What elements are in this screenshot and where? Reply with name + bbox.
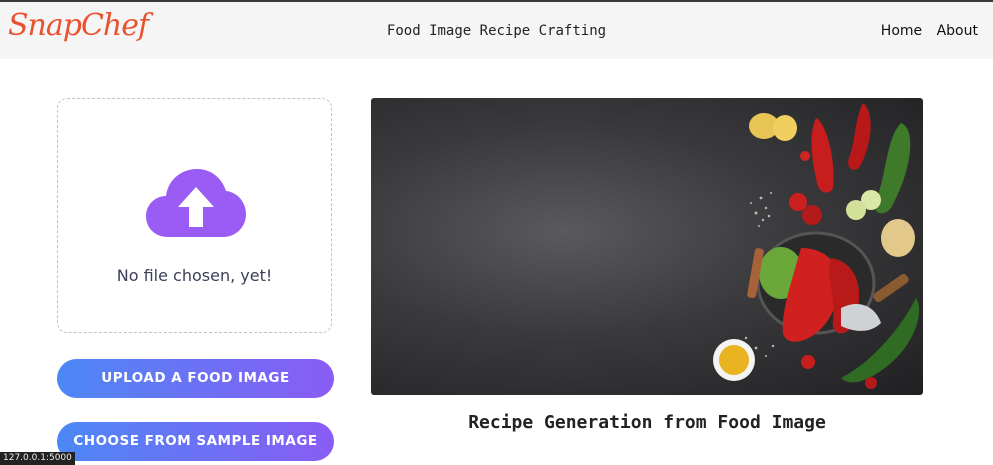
- file-drop-zone[interactable]: No file chosen, yet!: [57, 98, 332, 333]
- status-bar-url: 127.0.0.1:5000: [0, 452, 75, 465]
- cloud-upload-icon: [146, 169, 246, 237]
- choose-sample-image-button[interactable]: CHOOSE FROM SAMPLE IMAGE: [57, 422, 334, 461]
- upload-food-image-button[interactable]: UPLOAD A FOOD IMAGE: [57, 359, 334, 398]
- page-title: Food Image Recipe Crafting: [386, 23, 607, 39]
- hero-food-image: [371, 98, 923, 395]
- nav-links: Home About: [871, 23, 978, 39]
- file-status-text: No file chosen, yet!: [116, 266, 273, 285]
- nav-link-home[interactable]: Home: [881, 23, 922, 39]
- vegetables-illustration: [713, 103, 920, 389]
- hero-caption-card: Recipe Generation from Food Image: [371, 395, 923, 465]
- nav-link-about[interactable]: About: [937, 23, 978, 39]
- navbar: SnapChef Food Image Recipe Crafting Home…: [0, 2, 993, 59]
- hero-caption: Recipe Generation from Food Image: [468, 412, 826, 433]
